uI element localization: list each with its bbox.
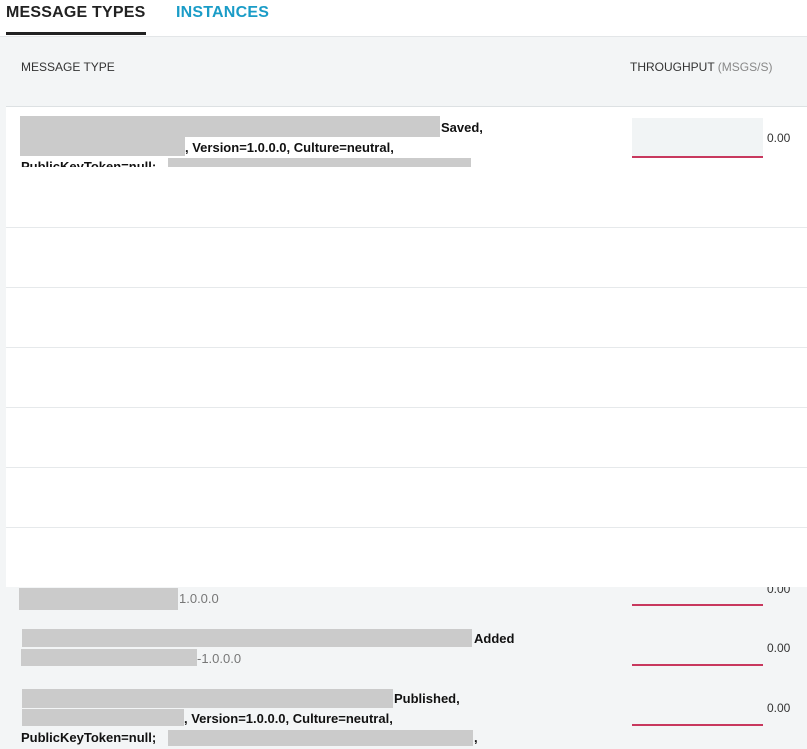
throughput-label: THROUGHPUT (630, 60, 715, 74)
redacted-text (21, 649, 197, 666)
throughput-bar (632, 724, 763, 726)
row-separator (6, 467, 807, 468)
row-separator (6, 407, 807, 408)
redacted-text (22, 689, 393, 708)
message-type-line3: PublicKeyToken=null; (21, 730, 157, 745)
throughput-value: 0.00 (767, 641, 791, 655)
redacted-text (22, 709, 184, 726)
throughput-value: 0.00 (767, 701, 791, 715)
message-type-line1: Added (474, 631, 515, 646)
row-separator (6, 347, 807, 348)
redacted-text (20, 137, 185, 156)
row-separator (6, 287, 807, 288)
active-tab-indicator (6, 32, 143, 35)
throughput-value: 0.00 (767, 131, 791, 145)
message-type-line3-suffix: , (474, 730, 478, 745)
redacted-text (22, 629, 472, 647)
row-separator (6, 227, 807, 228)
throughput-value: 0.00 (767, 587, 791, 595)
message-type-line2: , Version=1.0.0.0, Culture=neutral, (184, 711, 393, 726)
redacted-text (20, 116, 440, 137)
tab-instances[interactable]: INSTANCES (176, 4, 269, 22)
message-type-line1: Saved, (441, 120, 483, 135)
row-separator (6, 527, 807, 528)
throughput-bar (632, 664, 763, 666)
message-type-line2: 1.0.0.0 (179, 591, 219, 606)
throughput-unit: (MSGS/S) (717, 60, 773, 74)
message-type-line1: Published, (394, 691, 460, 706)
message-type-line2: , Version=1.0.0.0, Culture=neutral, (185, 140, 394, 155)
message-type-line3: PublicKeyToken=null; (21, 159, 157, 167)
redacted-text (19, 588, 178, 610)
throughput-bar (632, 118, 763, 158)
empty-row-panel (6, 167, 807, 587)
column-header-throughput[interactable]: THROUGHPUT (MSGS/S) (630, 60, 772, 74)
redacted-text (168, 730, 473, 746)
tab-message-types[interactable]: MESSAGE TYPES (6, 4, 146, 35)
column-header-message-type[interactable]: MESSAGE TYPE (21, 60, 115, 74)
throughput-bar (632, 604, 763, 606)
message-type-line2: -1.0.0.0 (197, 651, 242, 666)
